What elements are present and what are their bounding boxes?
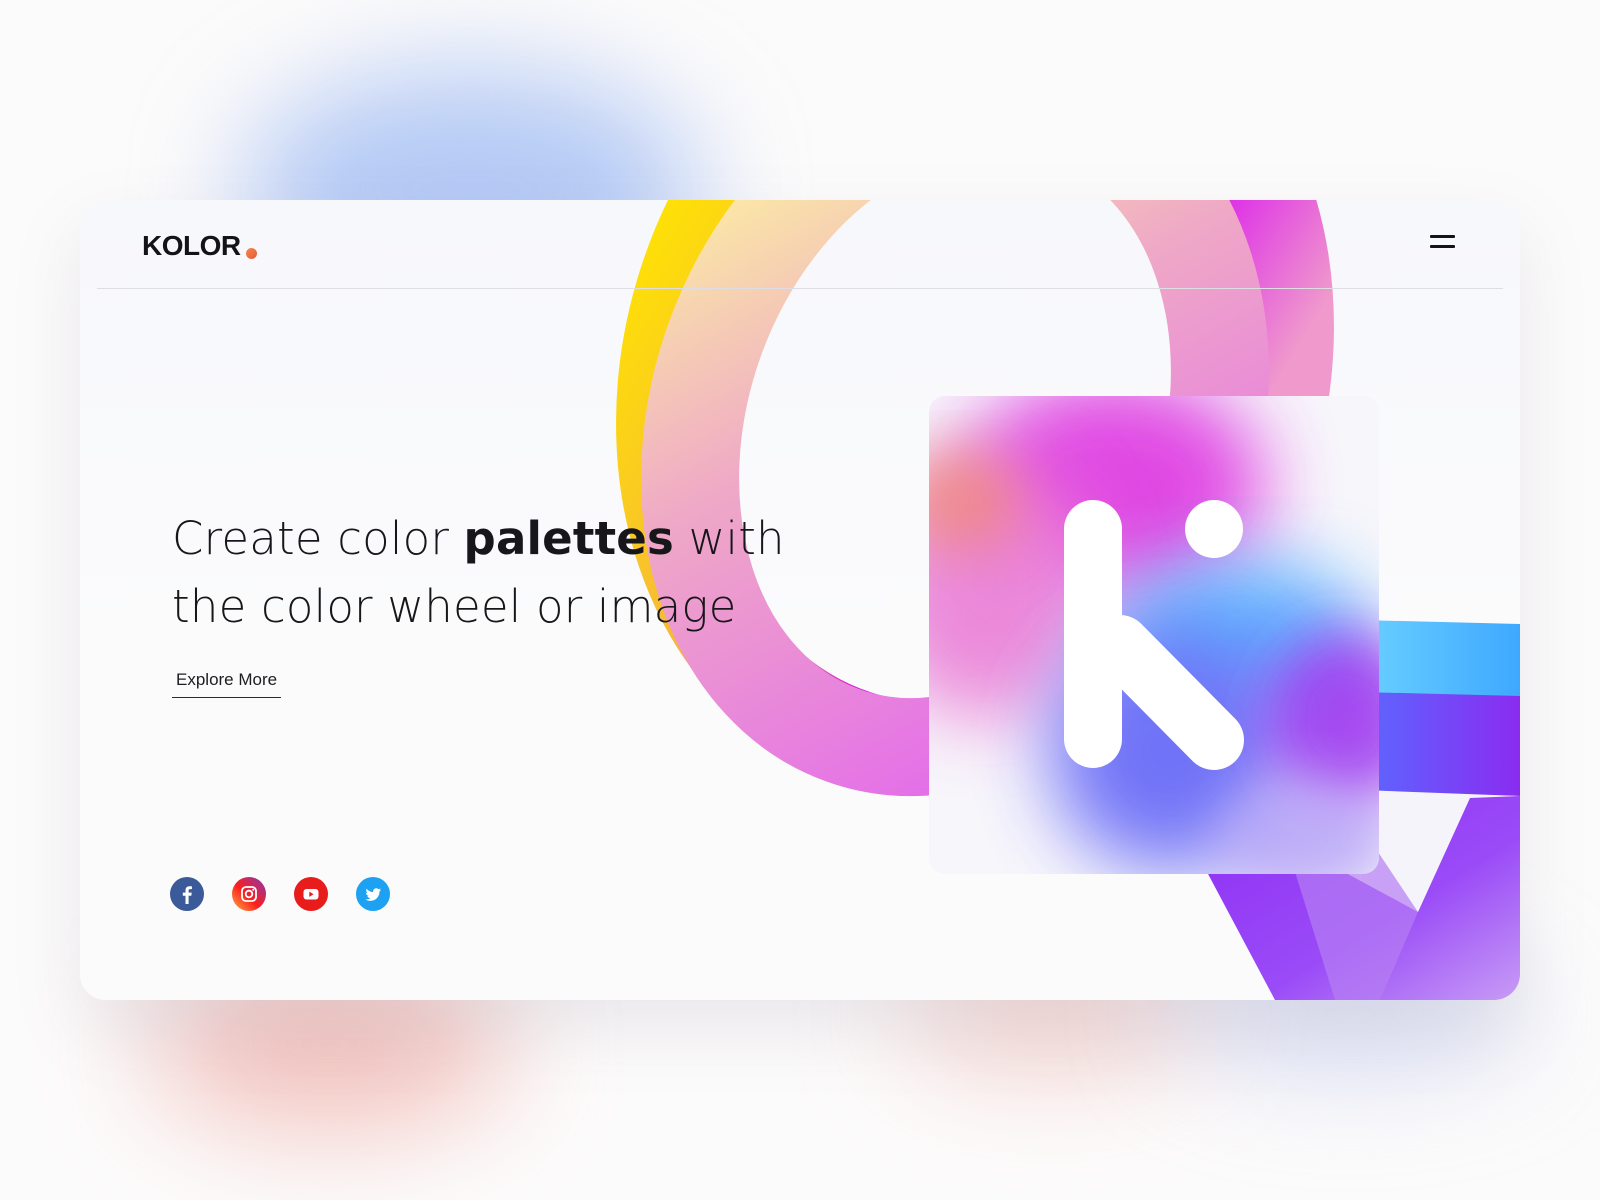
- twitter-icon[interactable]: [356, 877, 390, 911]
- explore-more-link[interactable]: Explore More: [172, 670, 282, 698]
- hero-title: Create color palettes with the color whe…: [172, 505, 872, 641]
- social-links: [170, 877, 390, 911]
- instagram-icon[interactable]: [232, 877, 266, 911]
- menu-line-top: [1430, 234, 1455, 238]
- hamburger-menu-icon[interactable]: [1430, 226, 1460, 256]
- hero-title-start: Create color: [172, 512, 464, 565]
- youtube-icon[interactable]: [294, 877, 328, 911]
- brand-dot: [245, 248, 257, 259]
- menu-line-bottom: [1430, 244, 1455, 248]
- hero-card: KOLOR Create color palettes with the col…: [80, 200, 1520, 1000]
- brand-logo[interactable]: KOLOR: [142, 230, 257, 262]
- hero-title-bold: palettes: [463, 512, 674, 565]
- brand-name: KOLOR: [142, 230, 241, 261]
- facebook-icon[interactable]: [170, 877, 204, 911]
- header-divider: [97, 288, 1503, 289]
- page: KOLOR Create color palettes with the col…: [0, 0, 1600, 1200]
